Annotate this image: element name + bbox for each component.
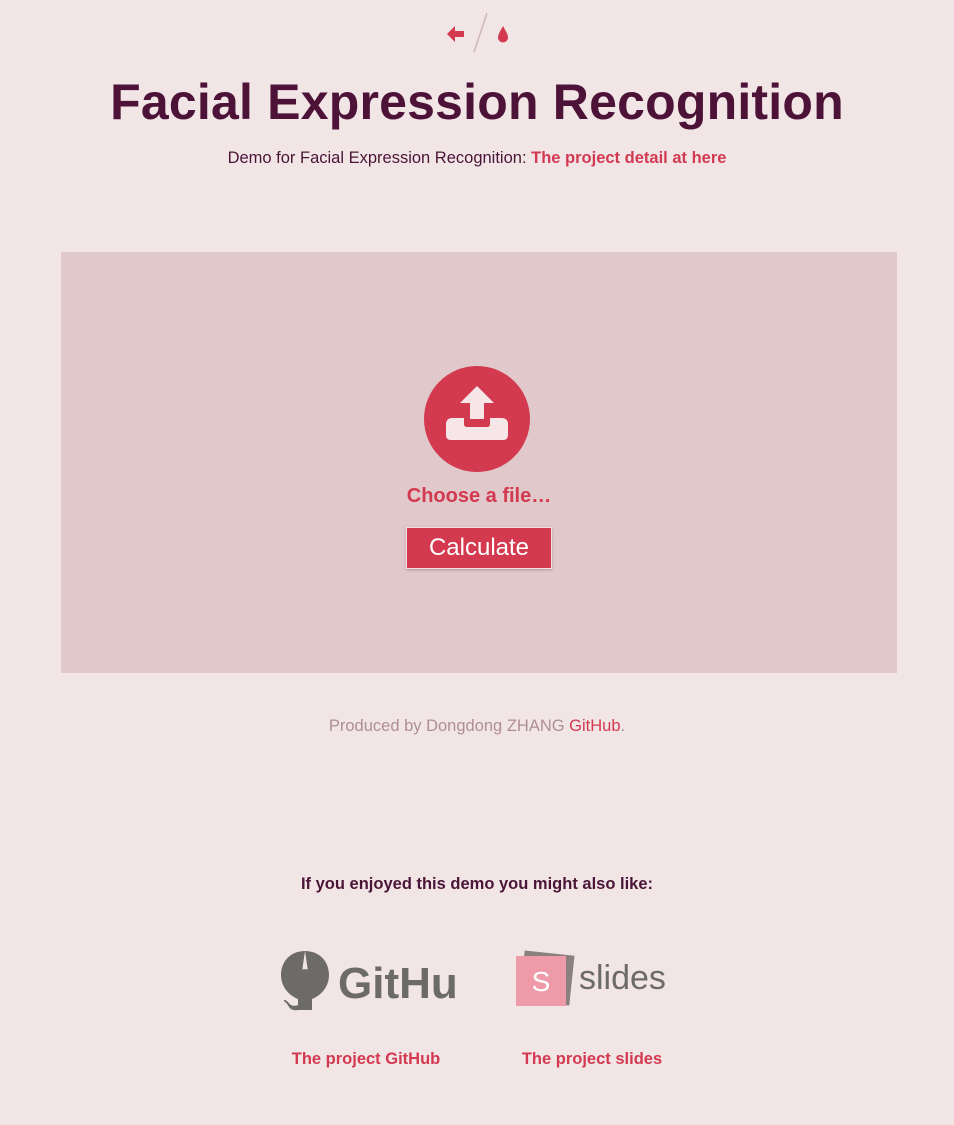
page-title: Facial Expression Recognition bbox=[110, 74, 844, 130]
credit-line: Produced by Dongdong ZHANG GitHub. bbox=[0, 714, 954, 738]
slides-badge-letter: S bbox=[532, 966, 551, 997]
credit-text: Produced by Dongdong ZHANG bbox=[328, 717, 570, 735]
choose-file-label[interactable]: Choose a file… bbox=[61, 482, 897, 510]
slides-logo-text: slides bbox=[579, 959, 666, 997]
arrow-left-icon[interactable] bbox=[445, 24, 467, 44]
project-slides-link[interactable]: The project slides bbox=[492, 1047, 692, 1071]
calculate-button[interactable]: Calculate bbox=[406, 527, 552, 569]
author-github-link[interactable]: GitHub bbox=[569, 717, 620, 735]
subtitle-text: Demo for Facial Expression Recognition: bbox=[227, 149, 532, 167]
slides-logo[interactable]: S slides bbox=[512, 948, 667, 1014]
related-heading: If you enjoyed this demo you might also … bbox=[300, 875, 654, 893]
top-nav bbox=[0, 12, 954, 56]
github-logo[interactable]: GitHub bbox=[280, 948, 485, 1014]
credit-end: . bbox=[620, 717, 626, 735]
github-logo-text: GitHub bbox=[338, 959, 456, 1008]
upload-dropzone[interactable]: Choose a file… Calculate bbox=[61, 252, 897, 673]
page-subtitle: Demo for Facial Expression Recognition: … bbox=[0, 146, 954, 170]
project-detail-link[interactable]: The project detail at here bbox=[531, 149, 726, 167]
upload-icon[interactable] bbox=[424, 366, 530, 472]
nav-divider bbox=[471, 12, 491, 54]
droplet-icon[interactable] bbox=[496, 24, 510, 44]
project-github-link[interactable]: The project GitHub bbox=[266, 1047, 466, 1071]
